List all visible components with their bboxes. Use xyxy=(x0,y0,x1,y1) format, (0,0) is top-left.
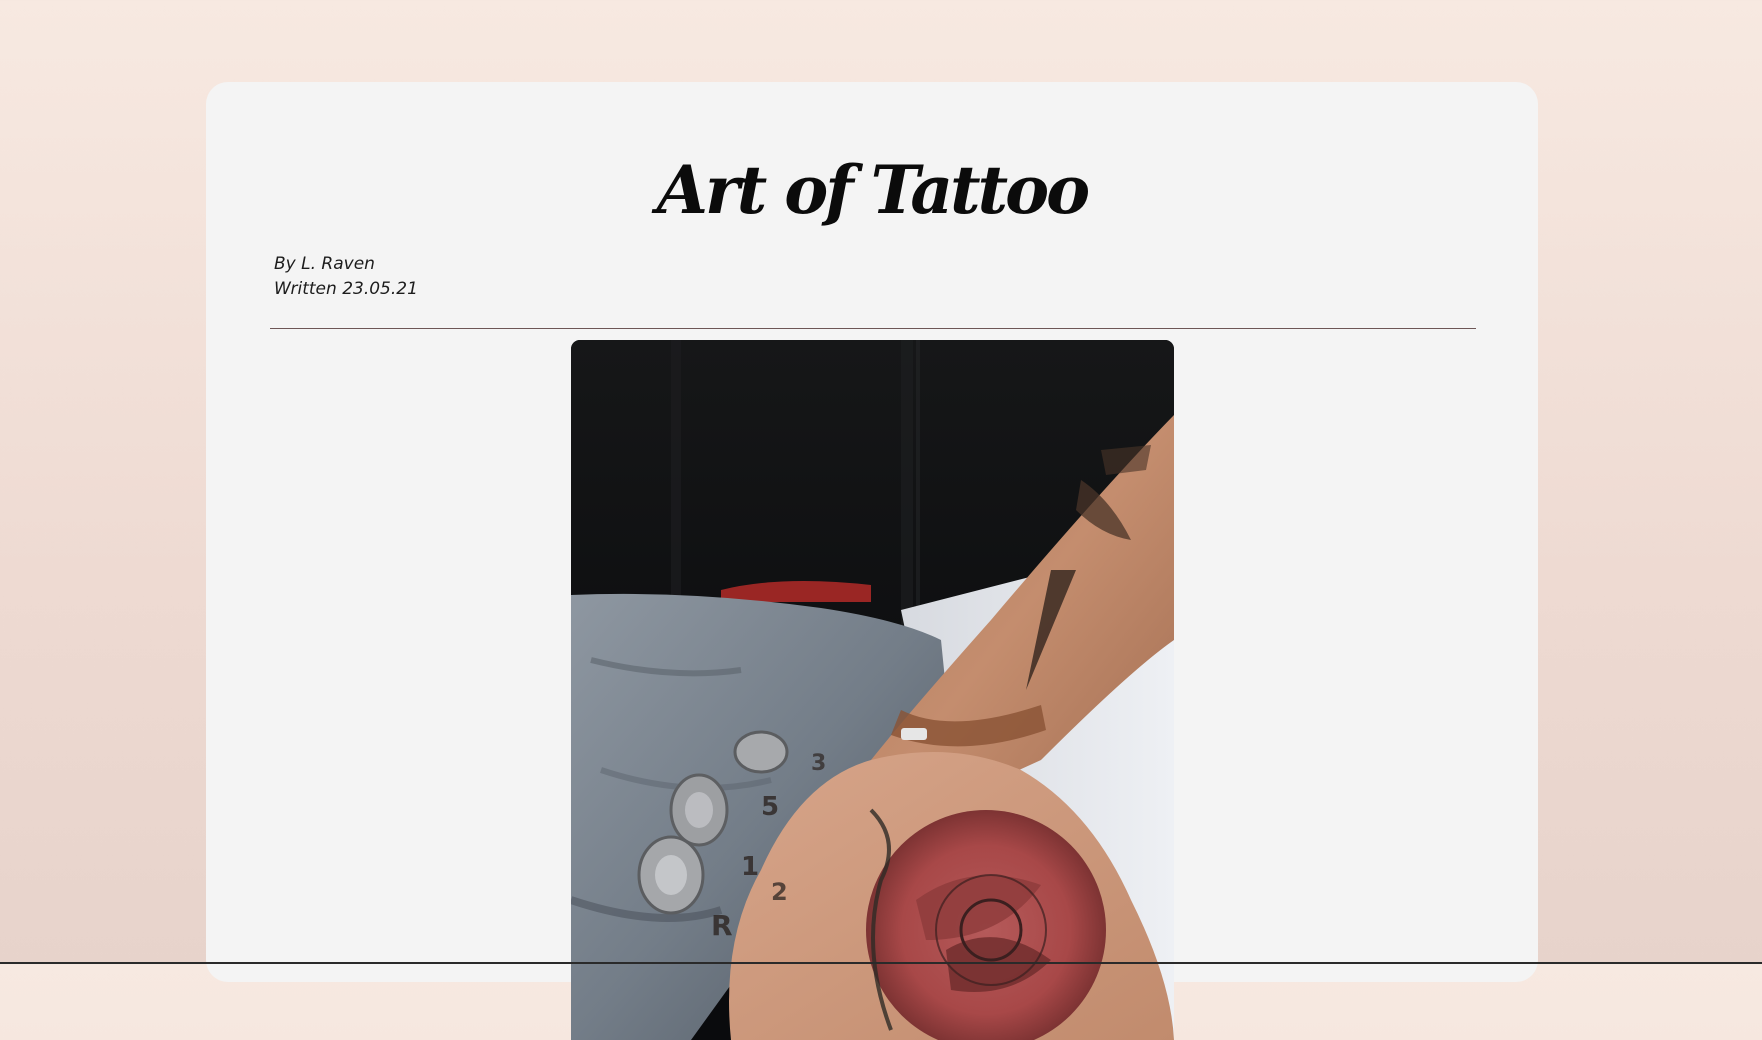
hero-image: 5 1 2 R 3 xyxy=(571,340,1174,1040)
article-meta: By L. Raven Written 23.05.21 xyxy=(274,252,418,302)
written-date: Written 23.05.21 xyxy=(274,279,418,299)
svg-text:3: 3 xyxy=(811,751,826,776)
svg-text:R: R xyxy=(711,909,733,942)
tattoo-photo-illustration: 5 1 2 R 3 xyxy=(571,340,1174,1040)
author-line: By L. Raven xyxy=(274,254,375,274)
svg-text:5: 5 xyxy=(761,792,779,822)
page-title: Art of Tattoo xyxy=(656,151,1090,229)
svg-text:1: 1 xyxy=(741,852,759,882)
svg-text:2: 2 xyxy=(771,878,788,906)
header-divider xyxy=(270,328,1476,329)
article-card: Art of Tattoo By L. Raven Written 23.05.… xyxy=(206,82,1538,1040)
